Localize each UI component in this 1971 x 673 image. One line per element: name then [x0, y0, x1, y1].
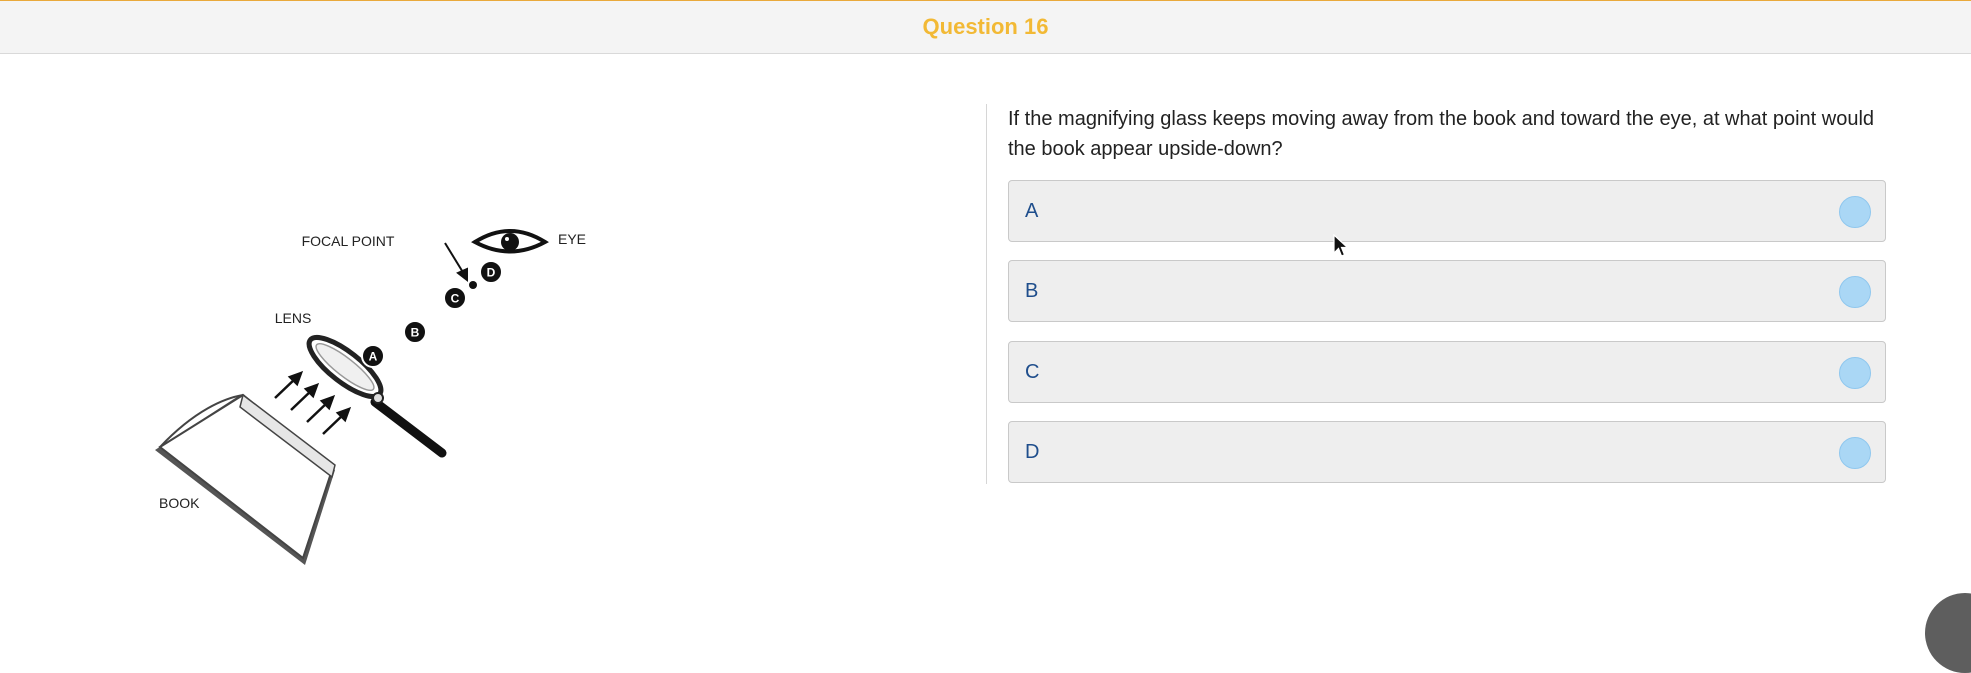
answer-option-c[interactable]: C [1008, 341, 1886, 403]
svg-text:B: B [411, 326, 420, 340]
radio-button[interactable] [1839, 437, 1871, 469]
radio-button[interactable] [1839, 196, 1871, 228]
svg-text:A: A [369, 350, 378, 364]
option-label: C [1025, 361, 1040, 383]
svg-text:D: D [487, 266, 496, 280]
lens-label: LENS [275, 310, 312, 326]
mouse-cursor-icon [1333, 234, 1349, 257]
floating-action-button[interactable] [1925, 593, 1971, 673]
question-prompt: If the magnifying glass keeps moving awa… [1008, 108, 1875, 160]
option-label: D [1025, 441, 1040, 463]
option-label: A [1025, 200, 1039, 222]
marker-a: A [361, 344, 385, 368]
focal-point-dot [469, 281, 477, 289]
svg-text:C: C [451, 292, 460, 306]
book-label: BOOK [159, 495, 200, 511]
marker-b: B [403, 320, 427, 344]
header-bar: Question 16 [0, 0, 1971, 54]
focal-point-arrow [444, 242, 468, 283]
question-title: Question 16 [922, 14, 1049, 39]
diagram-svg: A B C D FOCAL POINT EYE LENS BOOK [155, 229, 586, 565]
option-label: B [1025, 280, 1039, 302]
radio-button[interactable] [1839, 357, 1871, 389]
magnifying-glass-diagram: A B C D FOCAL POINT EYE LENS BOOK [145, 215, 605, 570]
eye-icon [471, 229, 549, 254]
answer-option-b[interactable]: B [1008, 260, 1886, 322]
column-divider [986, 104, 987, 484]
focal-point-label: FOCAL POINT [302, 233, 395, 249]
answer-option-d[interactable]: D [1008, 421, 1886, 483]
answer-option-a[interactable]: A [1008, 180, 1886, 242]
marker-c: C [443, 286, 467, 310]
eye-label: EYE [558, 231, 586, 247]
radio-button[interactable] [1839, 276, 1871, 308]
marker-d: D [479, 260, 503, 284]
